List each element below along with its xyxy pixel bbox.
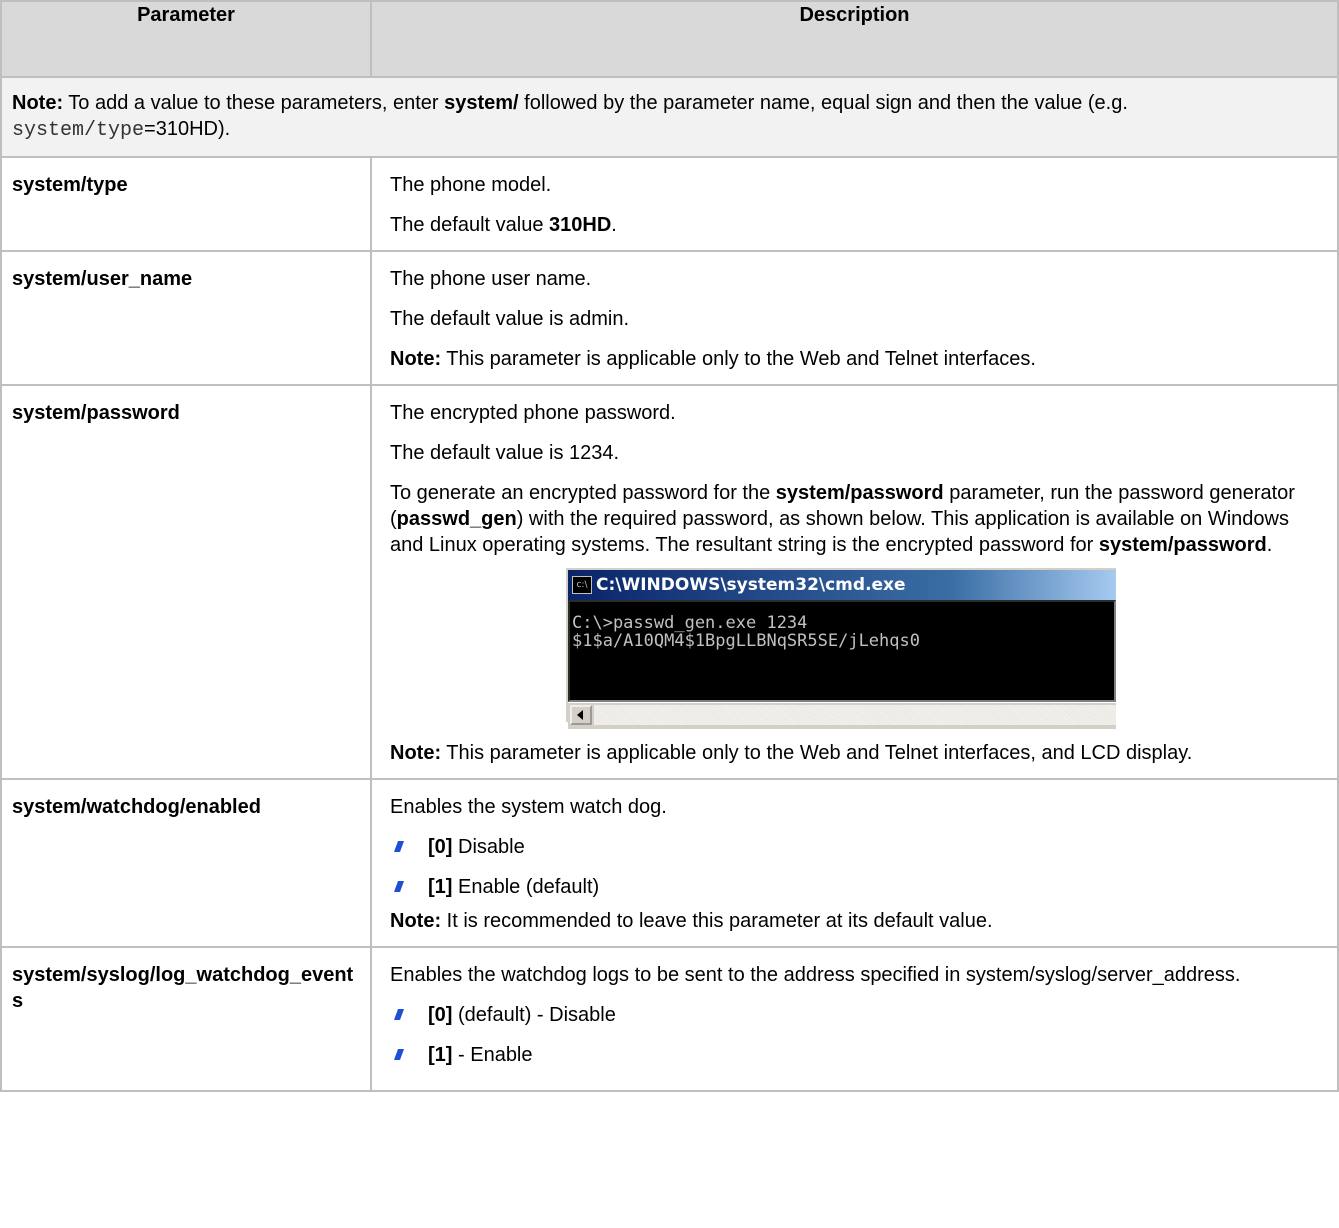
- intro-note: Note: To add a value to these parameters…: [0, 76, 1339, 158]
- cmd-window-screenshot: c:\ C:\WINDOWS\system32\cmd.exe C:\>passw…: [566, 568, 1116, 729]
- default-value: 310HD: [549, 214, 612, 236]
- list-item: [0] (default) - Disable: [390, 1002, 1325, 1028]
- blue-bullet-icon: [393, 1049, 405, 1060]
- param-desc-user-name: The phone user name. The default value i…: [370, 250, 1339, 386]
- desc-text: The phone model.: [390, 174, 552, 196]
- intro-note-bold: system/: [444, 92, 519, 114]
- param-name-syslog-watchdog: system/syslog/log_watchdog_events: [0, 946, 372, 1092]
- table-row: system/syslog/log_watchdog_events Enable…: [0, 946, 1339, 1092]
- intro-note-row: Note: To add a value to these parameters…: [0, 76, 1339, 158]
- note-text: Note: This parameter is applicable only …: [390, 346, 1325, 372]
- intro-note-text: To add a value to these parameters, ente…: [63, 92, 445, 114]
- option-text: (default) - Disable: [452, 1004, 616, 1026]
- list-item: [1] Enable (default): [390, 874, 1325, 900]
- intro-note-code: system/type: [12, 119, 145, 142]
- param-desc-system-type: The phone model. The default value 310HD…: [370, 156, 1339, 252]
- param-name-watchdog: system/watchdog/enabled: [0, 778, 372, 948]
- note-body: This parameter is applicable only to the…: [441, 742, 1193, 764]
- option-code: [1]: [428, 1044, 453, 1066]
- desc-text: The phone user name.: [390, 268, 592, 290]
- option-code: [0]: [428, 1004, 453, 1026]
- cmd-title-bar: c:\ C:\WINDOWS\system32\cmd.exe: [568, 570, 1116, 600]
- parameter-table: Parameter Description Note: To add a val…: [0, 0, 1339, 1092]
- cmd-console: C:\>passwd_gen.exe 1234 $1$a/A10QM4$1BpgL…: [568, 600, 1116, 702]
- blue-bullet-icon: [393, 1009, 405, 1020]
- intro-note-text: =310HD).: [144, 118, 231, 140]
- cmd-line: C:\>passwd_gen.exe 1234: [572, 613, 808, 633]
- gen-text: To generate an encrypted password for th…: [390, 482, 776, 504]
- header-parameter: Parameter: [0, 0, 372, 78]
- note-text: Note: It is recommended to leave this pa…: [390, 908, 1325, 934]
- table-row: system/type The phone model. The default…: [0, 156, 1339, 252]
- param-name-password: system/password: [0, 384, 372, 780]
- intro-note-text: followed by the parameter name, equal si…: [518, 92, 1128, 114]
- param-desc-syslog-watchdog: Enables the watchdog logs to be sent to …: [370, 946, 1339, 1092]
- cmd-line: $1$a/A10QM4$1BpgLLBNqSR5SE/jLehqs0: [572, 631, 920, 651]
- note-body: It is recommended to leave this paramete…: [441, 910, 993, 932]
- cmd-title: C:\WINDOWS\system32\cmd.exe: [596, 575, 906, 595]
- default-suffix: .: [611, 214, 617, 236]
- param-desc-watchdog: Enables the system watch dog. [0] Disabl…: [370, 778, 1339, 948]
- option-text: Disable: [452, 836, 525, 858]
- default-text: The default value 310HD.: [390, 212, 1325, 238]
- list-item: [1] - Enable: [390, 1042, 1325, 1068]
- table-row: system/user_name The phone user name. Th…: [0, 250, 1339, 386]
- option-text: - Enable: [452, 1044, 533, 1066]
- list-item: [0] Disable: [390, 834, 1325, 860]
- default-text: The default value is 1234.: [390, 442, 620, 464]
- param-name-user-name: system/user_name: [0, 250, 372, 386]
- desc-text: Enables the watchdog logs to be sent to …: [390, 964, 1241, 986]
- intro-note-label: Note:: [12, 92, 64, 114]
- options-list: [0] (default) - Disable [1] - Enable: [390, 1002, 1325, 1068]
- gen-text: .: [1266, 534, 1273, 556]
- note-label: Note:: [390, 348, 442, 370]
- table-row: system/watchdog/enabled Enables the syst…: [0, 778, 1339, 948]
- cmd-horizontal-scrollbar: [568, 702, 1116, 729]
- default-prefix: The default value: [390, 214, 549, 236]
- gen-bold: system/password: [775, 482, 944, 504]
- gen-bold: system/password: [1098, 534, 1267, 556]
- param-name-system-type: system/type: [0, 156, 372, 252]
- note-label: Note:: [390, 742, 442, 764]
- option-text: Enable (default): [452, 876, 600, 898]
- table-row: system/password The encrypted phone pass…: [0, 384, 1339, 780]
- note-label: Note:: [390, 910, 442, 932]
- cmd-window-icon: c:\: [572, 576, 592, 594]
- options-list: [0] Disable [1] Enable (default): [390, 834, 1325, 900]
- desc-text: The encrypted phone password.: [390, 402, 676, 424]
- scroll-left-arrow-icon: [570, 705, 592, 725]
- header-description: Description: [370, 0, 1339, 78]
- blue-bullet-icon: [393, 841, 405, 852]
- generate-text: To generate an encrypted password for th…: [390, 480, 1325, 558]
- note-text: Note: This parameter is applicable only …: [390, 740, 1325, 766]
- note-body: This parameter is applicable only to the…: [441, 348, 1036, 370]
- scroll-track: [594, 705, 1116, 725]
- param-desc-password: The encrypted phone password. The defaul…: [370, 384, 1339, 780]
- option-code: [1]: [428, 876, 453, 898]
- gen-bold: passwd_gen: [396, 508, 517, 530]
- blue-bullet-icon: [393, 881, 405, 892]
- default-text: The default value is admin.: [390, 308, 630, 330]
- desc-text: Enables the system watch dog.: [390, 796, 667, 818]
- table-header-row: Parameter Description: [0, 0, 1339, 78]
- option-code: [0]: [428, 836, 453, 858]
